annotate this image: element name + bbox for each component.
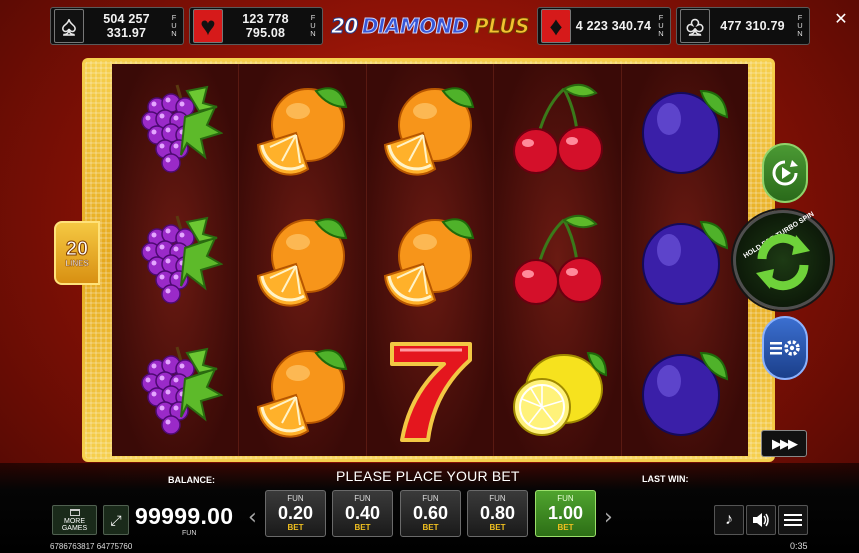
music-note-icon: ♪: [725, 511, 733, 528]
close-icon[interactable]: ✕: [833, 12, 849, 28]
spin-arrows-icon: [756, 233, 810, 291]
bet-label: BET: [489, 523, 506, 532]
bet-currency: FUN: [422, 494, 439, 503]
menu-button[interactable]: [778, 505, 808, 535]
reel-3: [366, 64, 495, 456]
jackpot-currency: FUN: [658, 13, 664, 38]
reel-4: [494, 64, 622, 456]
fullscreen-icon: ⤢: [110, 511, 122, 528]
game-logo: 20 DIAMOND PLUS: [326, 10, 534, 42]
reels-area: [112, 64, 749, 456]
symbol-grapes: [112, 325, 238, 456]
last-win-label: LAST WIN:: [642, 474, 689, 484]
symbol-grapes: [112, 64, 238, 195]
symbol-cherry: [494, 64, 620, 195]
symbol-plum: [622, 325, 748, 456]
jackpot-currency: FUN: [797, 13, 803, 38]
symbol-lemon: [494, 325, 620, 456]
reel-5: [621, 64, 749, 456]
bet-button[interactable]: FUN 0.60 BET: [400, 490, 461, 537]
bet-button[interactable]: FUN 1.00 BET: [535, 490, 596, 537]
diamond-icon: ♦: [541, 9, 571, 43]
jackpot-diamonds: ♦ 4 223 340.74 FUN: [537, 7, 671, 45]
symbol-seven: [367, 325, 493, 456]
more-games-label: MORE GAMES: [61, 517, 88, 532]
symbol-orange: [239, 64, 365, 195]
symbol-orange: [239, 195, 365, 326]
symbol-cherry: [494, 195, 620, 326]
bet-label: BET: [287, 523, 304, 532]
status-message: PLEASE PLACE YOUR BET: [336, 468, 520, 484]
bet-currency: FUN: [354, 494, 371, 503]
jackpot-spades: ♠ 504 257 331.97 FUN: [50, 7, 184, 45]
club-icon: ♣: [680, 9, 710, 43]
spade-icon: ♠: [54, 9, 84, 43]
jackpot-amount: 123 778 795.08: [242, 12, 289, 40]
balance-currency: FUN: [182, 530, 197, 537]
hamburger-icon: [784, 514, 802, 526]
more-games-button[interactable]: MORE GAMES: [52, 505, 97, 535]
music-button[interactable]: ♪: [714, 505, 744, 535]
bet-value: 0.20: [277, 503, 314, 523]
jackpot-amount: 477 310.79: [720, 19, 785, 33]
lines-label: LINES: [65, 258, 89, 268]
lines-indicator: 20 LINES: [54, 221, 100, 285]
jackpot-currency: FUN: [171, 13, 177, 38]
autoplay-icon: [772, 160, 798, 186]
reel-2: [239, 64, 367, 456]
symbol-orange: [239, 325, 365, 456]
jackpot-currency: FUN: [310, 13, 316, 38]
symbol-plum: [622, 64, 748, 195]
balance-label: BALANCE:: [168, 475, 215, 485]
more-games-icon: [69, 508, 80, 516]
ticket-id: 6786763817 64775760: [50, 542, 133, 551]
symbol-grapes: [112, 195, 238, 326]
spin-button[interactable]: HOLD FOR TURBO SPIN: [733, 210, 833, 310]
jackpot-clubs: ♣ 477 310.79 FUN: [676, 7, 810, 45]
lines-count: 20: [65, 237, 89, 260]
bet-button[interactable]: FUN 0.40 BET: [332, 490, 393, 537]
bet-label: BET: [354, 523, 371, 532]
speaker-icon: [753, 513, 769, 527]
jackpot-amount: 504 257 331.97: [103, 12, 150, 40]
bet-currency: FUN: [557, 494, 574, 503]
reel-1: [112, 64, 240, 456]
bet-label: BET: [557, 523, 574, 532]
heart-icon: ♥: [193, 9, 223, 43]
balance-value: 99999.00: [135, 503, 234, 529]
bet-next-arrow[interactable]: ›: [604, 505, 613, 530]
logo-plus: PLUS: [474, 14, 530, 39]
settings-button[interactable]: [762, 316, 808, 380]
fast-play-button[interactable]: ▶▶▶: [761, 430, 807, 457]
jackpot-amount: 4 223 340.74: [575, 19, 652, 33]
bet-label: BET: [422, 523, 439, 532]
jackpot-hearts: ♥ 123 778 795.08 FUN: [189, 7, 323, 45]
symbol-orange: [367, 195, 493, 326]
bet-prev-arrow[interactable]: ‹: [248, 505, 257, 530]
bet-value: 0.40: [344, 503, 381, 523]
logo-diamond: DIAMOND: [361, 14, 469, 39]
bet-value: 0.80: [479, 503, 516, 523]
autoplay-button[interactable]: [762, 143, 808, 203]
symbol-orange: [367, 64, 493, 195]
gear-icon: [770, 340, 800, 356]
session-clock: 0:35: [790, 541, 808, 551]
bet-value: 0.60: [412, 503, 449, 523]
bet-button[interactable]: FUN 0.80 BET: [467, 490, 528, 537]
bet-value: 1.00: [547, 503, 584, 523]
sound-button[interactable]: [746, 505, 776, 535]
logo-number: 20: [330, 14, 358, 39]
symbol-plum: [622, 195, 748, 326]
bet-button[interactable]: FUN 0.20 BET: [265, 490, 326, 537]
bet-currency: FUN: [489, 494, 506, 503]
fullscreen-button[interactable]: ⤢: [103, 505, 129, 535]
bet-currency: FUN: [287, 494, 304, 503]
